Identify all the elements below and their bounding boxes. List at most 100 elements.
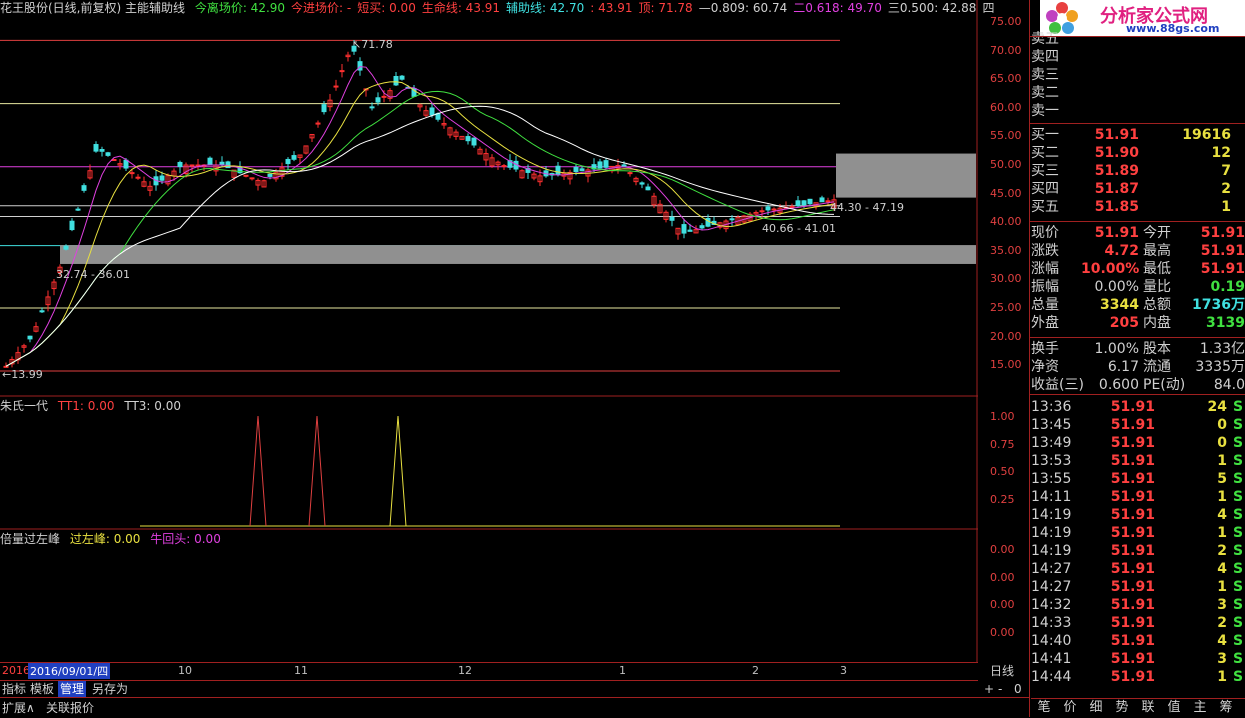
tab-manage[interactable]: 管理 xyxy=(58,681,87,697)
tick-volume: 4 xyxy=(1217,561,1227,577)
zoom-controls: + - 0 xyxy=(980,681,1028,697)
tick-flag: S xyxy=(1233,651,1244,667)
quote-tab[interactable]: 价 xyxy=(1057,699,1083,717)
tick-flag: S xyxy=(1233,399,1244,415)
tick-flag: S xyxy=(1233,669,1244,685)
tick-time: 13:45 xyxy=(1031,417,1072,433)
price-tick: 75.00 xyxy=(990,15,1022,28)
header-item-7: —0.809: 60.74 xyxy=(698,1,788,15)
sell-label: 卖三 xyxy=(1031,67,1059,83)
candle-body xyxy=(291,155,297,160)
candle-body xyxy=(399,75,405,80)
date-tick-10: 10 xyxy=(178,664,192,677)
buy-price: 51.89 xyxy=(1094,163,1139,179)
kline-chart[interactable] xyxy=(0,0,978,662)
quote-tab[interactable]: 筹 xyxy=(1213,699,1239,717)
stat-value: 51.91 xyxy=(1094,225,1139,241)
quote-tab[interactable]: 笔 xyxy=(1031,699,1057,717)
candle-body xyxy=(225,161,231,169)
range1-label: 32.74 - 36.01 xyxy=(56,268,130,281)
quote-tab[interactable]: 值 xyxy=(1161,699,1187,717)
stat-value: 84.0 xyxy=(1213,377,1245,393)
tick-price: 51.91 xyxy=(1110,399,1155,415)
zoom-out-button[interactable]: - xyxy=(996,681,1004,697)
stat-label: 最低 xyxy=(1143,261,1171,277)
buy-volume: 7 xyxy=(1221,163,1231,179)
tick-flag: S xyxy=(1233,615,1244,631)
range2-label: 40.66 - 41.01 xyxy=(762,222,836,235)
tab-template[interactable]: 模板 xyxy=(28,681,56,697)
zoom-reset-button[interactable]: 0 xyxy=(1012,681,1024,697)
panel2-tick: 1.00 xyxy=(990,410,1015,423)
date-tick-12: 12 xyxy=(458,664,472,677)
candle-body xyxy=(39,310,45,313)
candle-body xyxy=(789,205,795,208)
stat-label: 总额 xyxy=(1143,297,1171,313)
date-tick-11: 11 xyxy=(294,664,308,677)
candle-body xyxy=(627,172,633,175)
tick-volume: 2 xyxy=(1217,543,1227,559)
tab-indicator[interactable]: 指标 xyxy=(0,681,28,697)
date-cursor[interactable]: 2016/09/01/四 xyxy=(28,663,111,679)
buy-price: 51.87 xyxy=(1094,181,1139,197)
price-tick: 65.00 xyxy=(990,72,1022,86)
stat-label: 收益(三) xyxy=(1031,377,1084,393)
tick-volume: 4 xyxy=(1217,633,1227,649)
quote-tab[interactable]: 细 xyxy=(1083,699,1109,717)
header-item-2: 短买: 0.00 xyxy=(357,1,416,15)
stat-value: 10.00% xyxy=(1081,261,1140,277)
panel2-spike xyxy=(249,415,267,527)
candle-body xyxy=(357,61,363,71)
buy-label: 买三 xyxy=(1031,163,1059,179)
candle-body xyxy=(393,76,399,86)
tick-flag: S xyxy=(1233,489,1244,505)
candle-body xyxy=(699,225,705,229)
panel3-tick: 0.00 xyxy=(990,598,1015,611)
related-quote-button[interactable]: 关联报价 xyxy=(44,700,96,716)
period-label[interactable]: 日线 xyxy=(990,662,1014,679)
header-item-8: 二0.618: 49.70 xyxy=(793,1,882,15)
candle-body xyxy=(129,172,135,175)
quote-tab[interactable]: 势 xyxy=(1109,699,1135,717)
stat-value: 4.72 xyxy=(1104,243,1139,259)
tick-time: 14:19 xyxy=(1031,507,1072,523)
buy-volume: 12 xyxy=(1211,145,1231,161)
candle-body xyxy=(63,245,69,250)
resistance-zone xyxy=(836,153,976,198)
zoom-in-button[interactable]: + xyxy=(982,681,996,697)
expand-button[interactable]: 扩展∧ xyxy=(0,700,37,716)
tick-flag: S xyxy=(1233,417,1244,433)
candle-body xyxy=(765,206,771,211)
tick-time: 14:41 xyxy=(1031,651,1072,667)
quote-tab[interactable]: 联 xyxy=(1135,699,1161,717)
moving-average-line xyxy=(5,105,835,367)
candle-body xyxy=(369,106,375,109)
panel2-spike xyxy=(308,415,326,527)
buy-price: 51.85 xyxy=(1094,199,1139,215)
quote-divider xyxy=(1029,221,1245,222)
tick-volume: 1 xyxy=(1217,579,1227,595)
candle-body xyxy=(105,152,111,156)
quote-divider xyxy=(1029,123,1245,124)
candle-body xyxy=(603,160,609,168)
stat-label: 涨幅 xyxy=(1031,261,1059,277)
header-item-4: 辅助线: 42.70 xyxy=(506,1,585,15)
panel2-tt1: TT1: 0.00 xyxy=(57,399,115,413)
price-tick: 15.00 xyxy=(990,358,1022,372)
panel2-title: 朱氏一代 xyxy=(0,399,49,413)
buy-volume: 1 xyxy=(1221,199,1231,215)
tick-price: 51.91 xyxy=(1110,579,1155,595)
tab-save-as[interactable]: 另存为 xyxy=(90,681,130,697)
date-tick-3: 3 xyxy=(840,664,847,677)
quote-tab[interactable]: 主 xyxy=(1187,699,1213,717)
panel2-tick: 0.75 xyxy=(990,437,1015,451)
candle-body xyxy=(27,335,33,340)
chart-title: 花王股份(日线,前复权) 主能辅助线 xyxy=(0,1,185,15)
tick-volume: 4 xyxy=(1217,507,1227,523)
sell-label: 卖一 xyxy=(1031,103,1059,119)
buy-label: 买一 xyxy=(1031,127,1059,143)
chart-area[interactable] xyxy=(0,0,978,662)
tick-price: 51.91 xyxy=(1110,417,1155,433)
stat-label: 股本 xyxy=(1143,341,1171,357)
stat-value: 1.00% xyxy=(1094,341,1139,357)
